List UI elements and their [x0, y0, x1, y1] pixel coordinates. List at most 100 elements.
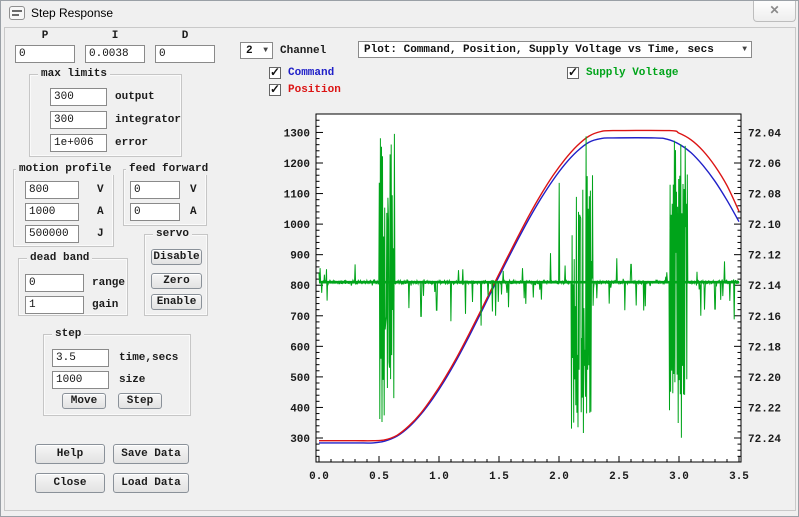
- check-icon: ✓: [270, 82, 280, 96]
- close-window-button[interactable]: ✕: [753, 1, 796, 22]
- svg-text:1.0: 1.0: [429, 471, 449, 483]
- svg-text:1100: 1100: [284, 190, 310, 202]
- chevron-down-icon: ▼: [263, 46, 268, 55]
- dead-band-group: dead band range gain: [18, 258, 128, 316]
- i-input[interactable]: [85, 45, 145, 63]
- save-data-button[interactable]: Save Data: [113, 444, 189, 464]
- svg-text:72.14: 72.14: [748, 281, 781, 293]
- help-button[interactable]: Help: [35, 444, 105, 464]
- dead-band-range-label: range: [92, 277, 125, 289]
- svg-text:1000: 1000: [284, 220, 310, 232]
- servo-title: servo: [153, 228, 192, 240]
- svg-text:72.22: 72.22: [748, 403, 781, 415]
- plot-type-select[interactable]: Plot: Command, Position, Supply Voltage …: [358, 41, 752, 58]
- max-output-label: output: [115, 91, 155, 103]
- channel-value: 2: [246, 45, 253, 57]
- load-data-button[interactable]: Load Data: [113, 473, 189, 493]
- max-integrator-label: integrator: [115, 114, 181, 126]
- feed-forward-title: feed forward: [126, 163, 211, 175]
- feed-forward-group: feed forward V A: [123, 169, 207, 226]
- max-limits-group: max limits output integrator error: [29, 74, 182, 157]
- window-title: Step Response: [31, 6, 113, 20]
- step-button[interactable]: Step: [118, 393, 162, 409]
- svg-text:1200: 1200: [284, 159, 310, 171]
- chevron-down-icon: ▼: [742, 45, 747, 54]
- d-label: D: [155, 30, 215, 42]
- dead-band-title: dead band: [27, 252, 92, 264]
- motion-profile-title: motion profile: [16, 163, 114, 175]
- servo-enable-button[interactable]: Enable: [151, 294, 202, 310]
- svg-text:72.06: 72.06: [748, 159, 781, 171]
- max-limits-title: max limits: [38, 68, 110, 80]
- close-icon: ✕: [769, 3, 779, 17]
- max-error-input[interactable]: [50, 134, 107, 152]
- position-checkbox[interactable]: ✓: [269, 84, 281, 96]
- step-response-dialog: Step Response ✕ P I D 2 ▼ Channel Plot: …: [0, 0, 799, 517]
- motion-v-input[interactable]: [25, 181, 79, 199]
- supply-voltage-checkbox[interactable]: ✓: [567, 67, 579, 79]
- check-icon: ✓: [568, 65, 578, 79]
- ff-a-label: A: [190, 206, 197, 218]
- svg-text:0.0: 0.0: [309, 471, 329, 483]
- svg-text:72.10: 72.10: [748, 220, 781, 232]
- command-checkbox[interactable]: ✓: [269, 67, 281, 79]
- svg-text:500: 500: [290, 373, 310, 385]
- app-icon: [9, 6, 25, 20]
- command-checkbox-label: Command: [288, 67, 334, 79]
- servo-zero-button[interactable]: Zero: [151, 273, 202, 289]
- p-input[interactable]: [15, 45, 75, 63]
- dead-band-gain-label: gain: [92, 299, 118, 311]
- svg-text:72.12: 72.12: [748, 251, 781, 263]
- svg-text:300: 300: [290, 434, 310, 446]
- move-button[interactable]: Move: [62, 393, 106, 409]
- step-time-input[interactable]: [52, 349, 109, 367]
- svg-text:72.24: 72.24: [748, 434, 781, 446]
- svg-text:72.18: 72.18: [748, 342, 781, 354]
- p-label: P: [15, 30, 75, 42]
- svg-text:3.5: 3.5: [729, 471, 749, 483]
- svg-text:72.04: 72.04: [748, 128, 781, 140]
- ff-v-label: V: [190, 184, 197, 196]
- position-checkbox-label: Position: [288, 84, 341, 96]
- svg-text:0.5: 0.5: [369, 471, 389, 483]
- svg-text:2.5: 2.5: [609, 471, 629, 483]
- servo-group: servo Disable Zero Enable: [144, 234, 208, 316]
- motion-j-label: J: [97, 228, 104, 240]
- channel-label: Channel: [280, 45, 326, 57]
- motion-j-input[interactable]: [25, 225, 79, 243]
- check-icon: ✓: [270, 65, 280, 79]
- supply-voltage-checkbox-label: Supply Voltage: [586, 67, 678, 79]
- svg-text:3.0: 3.0: [669, 471, 689, 483]
- svg-text:1.5: 1.5: [489, 471, 509, 483]
- step-size-input[interactable]: [52, 371, 109, 389]
- svg-text:1300: 1300: [284, 128, 310, 140]
- plot-type-value: Plot: Command, Position, Supply Voltage …: [364, 44, 714, 56]
- max-output-input[interactable]: [50, 88, 107, 106]
- title-bar: Step Response ✕: [1, 1, 798, 27]
- dead-band-gain-input[interactable]: [25, 296, 84, 314]
- motion-a-label: A: [97, 206, 104, 218]
- motion-a-input[interactable]: [25, 203, 79, 221]
- servo-disable-button[interactable]: Disable: [151, 249, 202, 265]
- svg-text:800: 800: [290, 281, 310, 293]
- close-button[interactable]: Close: [35, 473, 105, 493]
- dead-band-range-input[interactable]: [25, 274, 84, 292]
- d-input[interactable]: [155, 45, 215, 63]
- svg-text:600: 600: [290, 342, 310, 354]
- svg-text:72.16: 72.16: [748, 312, 781, 324]
- ff-v-input[interactable]: [130, 181, 180, 199]
- svg-text:72.08: 72.08: [748, 190, 781, 202]
- svg-text:700: 700: [290, 312, 310, 324]
- step-title: step: [52, 328, 84, 340]
- channel-select[interactable]: 2 ▼: [240, 42, 273, 59]
- step-time-label: time,secs: [119, 352, 178, 364]
- ff-a-input[interactable]: [130, 203, 180, 221]
- step-group: step time,secs size Move Step: [43, 334, 191, 416]
- step-response-plot: 1300 72.04 1200 72.06 1100 72.08 1000 72.10 900 7…: [273, 107, 795, 492]
- svg-text:400: 400: [290, 403, 310, 415]
- svg-text:900: 900: [290, 251, 310, 263]
- max-integrator-input[interactable]: [50, 111, 107, 129]
- svg-text:2.0: 2.0: [549, 471, 569, 483]
- motion-v-label: V: [97, 184, 104, 196]
- svg-text:72.20: 72.20: [748, 373, 781, 385]
